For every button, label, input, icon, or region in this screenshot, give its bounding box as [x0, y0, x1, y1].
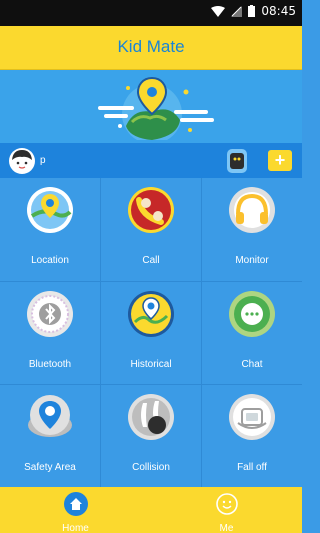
username: p	[40, 155, 46, 166]
bottom-tab-bar: Home Me	[0, 487, 302, 533]
smiley-face-icon	[216, 493, 238, 515]
chat-icon	[229, 291, 275, 337]
grid-item-historical[interactable]: Historical	[101, 282, 201, 385]
grid-item-label: Historical	[130, 359, 172, 370]
tab-label: Me	[219, 523, 234, 533]
history-map-icon	[128, 291, 174, 337]
avatar[interactable]	[9, 148, 35, 174]
grid-item-label: Fall off	[237, 462, 267, 473]
page-title: Kid Mate	[117, 37, 185, 56]
grid-item-label: Chat	[241, 359, 263, 370]
status-time: 08:45	[261, 4, 296, 18]
grid-item-label: Bluetooth	[28, 359, 72, 370]
home-icon	[64, 492, 88, 516]
tab-me[interactable]: Me	[151, 487, 302, 533]
tab-label: Home	[62, 523, 89, 533]
signal-icon	[231, 5, 243, 17]
grid-item-collision[interactable]: Collision	[101, 385, 201, 488]
grid-item-label: Safety Area	[24, 462, 76, 473]
call-icon	[128, 187, 174, 233]
grid-item-safety-area[interactable]: Safety Area	[0, 385, 100, 488]
tab-home[interactable]: Home	[0, 487, 151, 533]
grid-item-label: Collision	[132, 462, 170, 473]
app-header: Kid Mate	[0, 26, 302, 70]
wifi-icon	[211, 5, 226, 17]
status-bar: 08:45	[0, 0, 302, 26]
grid-item-call[interactable]: Call	[101, 178, 201, 281]
watch-fall-icon	[229, 394, 275, 440]
headphones-icon	[229, 187, 275, 233]
grid-item-chat[interactable]: Chat	[202, 282, 302, 385]
bowling-icon	[128, 394, 174, 440]
status-icons: 08:45	[211, 4, 296, 18]
smartwatch-icon[interactable]	[226, 147, 248, 175]
hero-banner	[0, 70, 302, 143]
grid-item-label: Monitor	[235, 255, 269, 266]
grid-item-bluetooth[interactable]: Bluetooth	[0, 282, 100, 385]
grid-item-location[interactable]: Location	[0, 178, 100, 281]
grid-item-label: Call	[142, 255, 160, 266]
grid-item-fall-off[interactable]: Fall off	[202, 385, 302, 488]
battery-icon	[248, 5, 256, 17]
bluetooth-icon	[27, 291, 73, 337]
globe-location-illustration	[98, 76, 214, 140]
grid-item-label: Location	[31, 255, 69, 266]
safety-area-icon	[28, 395, 72, 437]
location-icon	[27, 187, 73, 233]
grid-item-monitor[interactable]: Monitor	[202, 178, 302, 281]
add-device-button[interactable]: +	[268, 150, 292, 171]
user-bar: p +	[0, 143, 302, 178]
